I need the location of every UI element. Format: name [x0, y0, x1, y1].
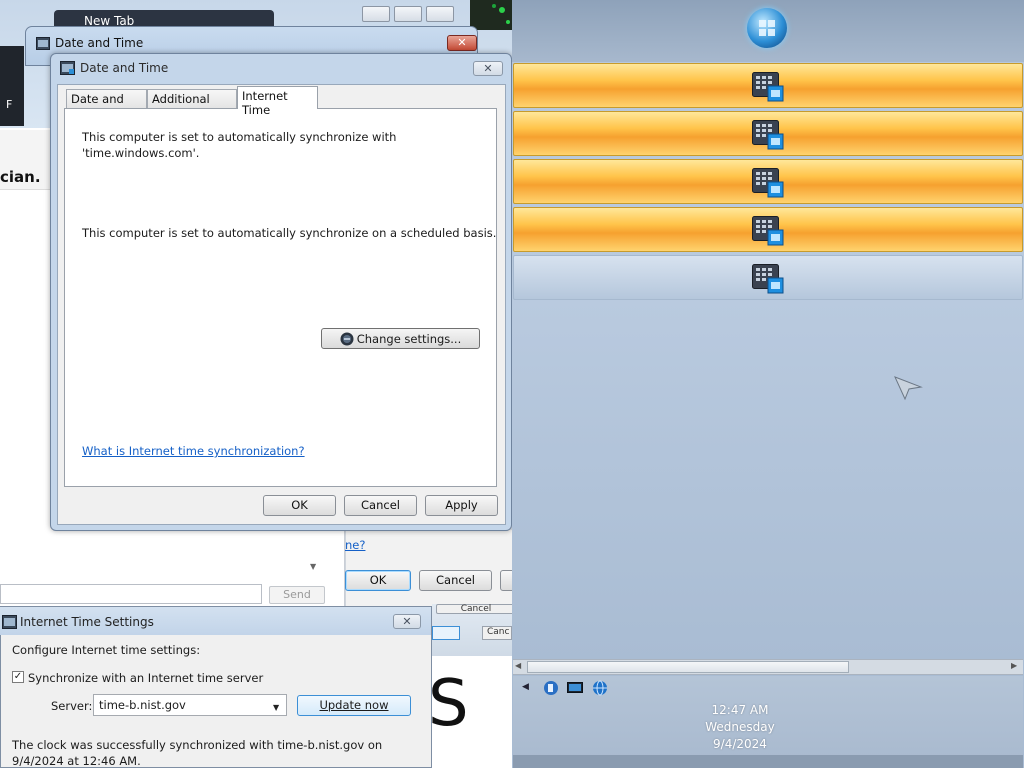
- shield-icon: [340, 332, 354, 346]
- tray-clock[interactable]: 12:47 AM Wednesday 9/4/2024: [660, 702, 820, 753]
- dialog-close-button[interactable]: ✕: [473, 61, 503, 76]
- scrollbar-thumb[interactable]: [527, 661, 849, 673]
- configure-label: Configure Internet time settings:: [12, 643, 201, 657]
- maximize-button[interactable]: [394, 6, 422, 22]
- scroll-down-icon[interactable]: ▼: [310, 562, 316, 571]
- mouse-pointer-icon: [893, 375, 923, 401]
- sync-status-text: The clock was successfully synchronized …: [12, 738, 383, 768]
- sync-server-text: This computer is set to automatically sy…: [82, 130, 397, 160]
- background-side-tab: F: [0, 46, 24, 126]
- internet-time-settings-title: Internet Time Settings: [20, 615, 154, 629]
- dialog-title: Date and Time: [80, 61, 169, 75]
- start-orb-icon[interactable]: [747, 8, 787, 48]
- scroll-right-icon[interactable]: ▶: [1011, 661, 1017, 670]
- monitor-icon[interactable]: [567, 680, 583, 696]
- side-panel-footer: [513, 755, 1023, 768]
- tab-internet-time[interactable]: Internet Time: [237, 86, 318, 117]
- brand-text: cian.: [0, 168, 41, 186]
- internet-time-settings-close-button[interactable]: ✕: [393, 614, 421, 629]
- date-time-icon: [36, 37, 50, 50]
- calendar-clock-icon: [752, 216, 784, 246]
- background-cancel-button-cut[interactable]: Canc: [482, 626, 512, 640]
- cancel-button[interactable]: Cancel: [344, 495, 417, 516]
- back-dialog-close-button[interactable]: ✕: [447, 35, 477, 51]
- back-dialog-title: Date and Time: [55, 36, 144, 50]
- clock-time: 12:47 AM: [711, 703, 769, 717]
- date-time-icon: [60, 61, 75, 75]
- tray-expand-icon[interactable]: ◀: [522, 682, 529, 692]
- sync-schedule-text: This computer is set to automatically sy…: [82, 226, 497, 240]
- calendar-clock-icon: [752, 264, 784, 294]
- server-select[interactable]: time-b.nist.gov: [93, 694, 287, 716]
- change-settings-label: Change settings...: [356, 331, 462, 346]
- sync-checkbox[interactable]: ✓: [12, 671, 24, 683]
- tab-additional-clocks[interactable]: Additional Clocks: [147, 89, 237, 120]
- server-label: Server:: [51, 699, 93, 713]
- clock-day: Wednesday: [705, 720, 775, 734]
- scroll-left-icon[interactable]: ◀: [515, 661, 521, 670]
- clock-date: 9/4/2024: [713, 737, 767, 751]
- internet-time-pane: [64, 108, 497, 487]
- ok-button[interactable]: OK: [263, 495, 336, 516]
- background-ok-button-small[interactable]: [432, 626, 460, 640]
- background-cancel-button[interactable]: Cancel: [419, 570, 492, 591]
- chevron-down-icon[interactable]: ▼: [273, 703, 279, 712]
- minimize-button[interactable]: [362, 6, 390, 22]
- background-window-controls: [362, 6, 454, 22]
- apply-button[interactable]: Apply: [425, 495, 498, 516]
- calendar-clock-icon: [752, 120, 784, 150]
- globe-icon[interactable]: [592, 680, 608, 696]
- background-large-letter: S: [428, 667, 469, 741]
- background-help-link[interactable]: ne?: [345, 538, 365, 552]
- message-input[interactable]: [0, 584, 262, 604]
- update-now-button[interactable]: Update now: [297, 695, 411, 716]
- background-graphic: [470, 0, 512, 30]
- side-tab-letter: F: [6, 98, 13, 111]
- background-cancel-button-small[interactable]: Cancel: [436, 604, 516, 614]
- send-button[interactable]: Send: [269, 586, 325, 604]
- change-settings-button[interactable]: Change settings...: [321, 328, 480, 349]
- network-icon[interactable]: [543, 680, 559, 696]
- calendar-clock-icon: [752, 72, 784, 102]
- background-ok-button[interactable]: OK: [345, 570, 411, 591]
- internet-time-help-link[interactable]: What is Internet time synchronization?: [82, 444, 305, 458]
- close-button[interactable]: [426, 6, 454, 22]
- tab-date-and-time[interactable]: Date and Time: [66, 89, 147, 120]
- internet-time-icon: [2, 615, 17, 629]
- calendar-clock-icon: [752, 168, 784, 198]
- sync-checkbox-label[interactable]: Synchronize with an Internet time server: [28, 671, 263, 685]
